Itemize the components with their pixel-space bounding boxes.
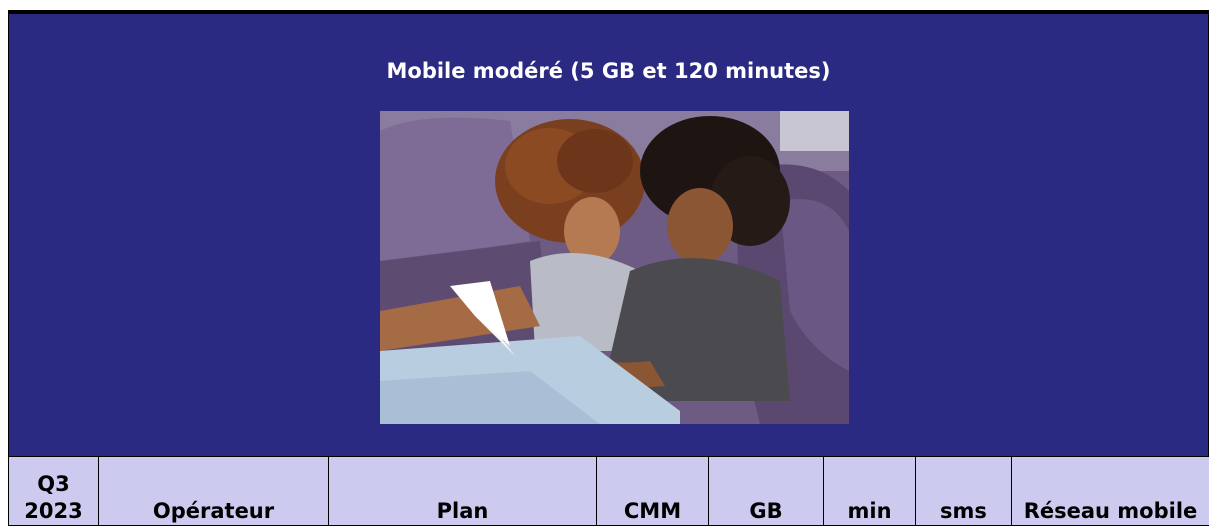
col-header-network[interactable]: Réseau mobile [1012, 457, 1209, 526]
col-header-operator[interactable]: Opérateur [99, 457, 329, 526]
banner: Mobile modéré (5 GB et 120 minutes) [8, 14, 1209, 456]
col-header-sms[interactable]: sms [916, 457, 1012, 526]
col-header-quarter[interactable]: Q3 2023 [9, 457, 99, 526]
header-row: Q3 2023 Opérateur Plan CMM GB min sms Ré… [9, 457, 1209, 526]
col-header-plan[interactable]: Plan [329, 457, 597, 526]
col-header-min[interactable]: min [824, 457, 916, 526]
photo-illustration [380, 111, 849, 424]
banner-photo [380, 111, 849, 424]
banner-title: Mobile modéré (5 GB et 120 minutes) [9, 59, 1208, 83]
col-header-gb[interactable]: GB [709, 457, 824, 526]
col-header-cmm[interactable]: CMM [597, 457, 709, 526]
header-table: Q3 2023 Opérateur Plan CMM GB min sms Ré… [8, 456, 1209, 526]
